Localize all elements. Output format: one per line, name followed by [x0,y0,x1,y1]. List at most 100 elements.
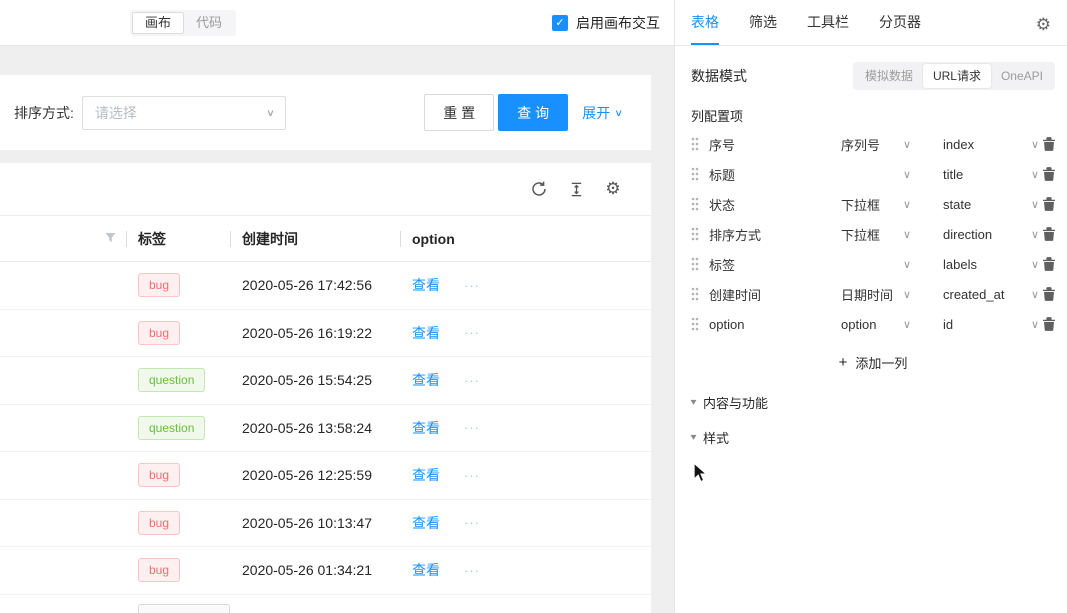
more-actions-icon[interactable]: ··· [464,515,480,530]
column-name[interactable]: 序号 [709,135,841,154]
delete-column-trash-icon[interactable] [1043,227,1055,241]
view-link[interactable]: 查看 [412,465,440,485]
column-name[interactable]: option [709,317,841,332]
inspector-settings-gear-icon[interactable]: ⚙ [1036,15,1051,45]
created-time-cell: 2020-05-26 16:19:22 [242,324,372,341]
column-type-select[interactable]: 日期时间 [841,285,903,304]
column-field-select[interactable]: id [943,317,1031,332]
column-type-select[interactable]: 下拉框 [841,225,903,244]
tag-cell: bug [126,510,230,535]
expand-link[interactable]: 展开 ∨ [582,103,623,123]
view-link[interactable]: 查看 [412,323,440,343]
section-title: 内容与功能 [703,396,769,411]
drag-handle-icon[interactable] [691,257,709,271]
more-actions-icon[interactable]: ··· [464,278,480,293]
column-name[interactable]: 标题 [709,165,841,184]
chevron-down-icon[interactable]: ∨ [903,168,943,181]
chevron-down-icon[interactable]: ∨ [1031,288,1043,301]
view-link[interactable]: 查看 [412,560,440,580]
more-actions-icon[interactable]: ··· [464,468,480,483]
tag-cell: question [126,415,230,440]
canvas-interaction-label: 启用画布交互 [576,14,660,31]
drag-handle-icon[interactable] [691,167,709,181]
column-type-select[interactable]: option [841,317,903,332]
chevron-down-icon[interactable]: ∨ [1031,258,1043,271]
delete-column-trash-icon[interactable] [1043,317,1055,331]
drag-handle-icon[interactable] [691,317,709,331]
tab-table[interactable]: 表格 [691,13,719,45]
column-field-select[interactable]: index [943,137,1031,152]
expand-link-label: 展开 [582,104,611,121]
data-mode-url[interactable]: URL请求 [922,64,991,88]
column-name[interactable]: 排序方式 [709,225,841,244]
filter-funnel-icon[interactable] [104,231,117,247]
canvas-mode-button[interactable]: 画布 [132,11,185,34]
chevron-down-icon[interactable]: ∨ [903,258,943,271]
drag-handle-icon[interactable] [691,227,709,241]
column-type-select[interactable]: 序列号 [841,135,903,154]
chevron-down-icon[interactable]: ∨ [1031,168,1043,181]
drag-handle-icon[interactable] [691,137,709,151]
data-mode-oneapi[interactable]: OneAPI [991,64,1053,88]
tag-badge: bug [138,273,181,298]
chevron-down-icon[interactable]: ∨ [1031,198,1043,211]
column-config-row: 创建时间 日期时间 ∨ created_at ∨ [691,279,1055,309]
code-mode-button[interactable]: 代码 [184,12,234,34]
tab-filter[interactable]: 筛选 [749,13,777,45]
drag-handle-icon[interactable] [691,287,709,301]
chevron-down-icon[interactable]: ∨ [903,198,943,211]
view-link[interactable]: 查看 [412,275,440,295]
chevron-down-icon[interactable]: ∨ [1031,318,1043,331]
column-header-created[interactable]: 创建时间 [230,216,400,261]
column-name[interactable]: 状态 [709,195,841,214]
chevron-down-icon[interactable]: ∨ [903,228,943,241]
tab-pagination[interactable]: 分页器 [879,13,921,45]
data-mode-mock[interactable]: 模拟数据 [855,64,923,88]
sort-select[interactable]: 请选择 ∨ [81,95,286,130]
more-actions-icon[interactable]: ··· [464,420,480,435]
option-cell: 查看 ··· [400,560,651,580]
editor-topbar: 画布 代码 ✓ 启用画布交互 [0,0,674,46]
section-content-function[interactable]: ▾ 内容与功能 [690,393,1055,412]
canvas-interaction-checkbox[interactable]: ✓ [552,14,568,31]
chevron-down-icon[interactable]: ∨ [903,138,943,151]
delete-column-trash-icon[interactable] [1043,287,1055,301]
more-actions-icon[interactable]: ··· [464,373,480,388]
delete-column-trash-icon[interactable] [1043,167,1055,181]
column-header-option[interactable]: option [400,216,651,261]
columns-config-label: 列配置项 [691,109,744,124]
column-field-select[interactable]: direction [943,227,1031,242]
table-row [0,595,651,613]
row-height-icon[interactable] [566,179,586,199]
view-link[interactable]: 查看 [412,370,440,390]
view-link[interactable]: 查看 [412,418,440,438]
delete-column-trash-icon[interactable] [1043,137,1055,151]
reset-button[interactable]: 重 置 [424,94,495,131]
delete-column-trash-icon[interactable] [1043,257,1055,271]
created-time-cell: 2020-05-26 15:54:25 [242,372,372,389]
delete-column-trash-icon[interactable] [1043,197,1055,211]
refresh-icon[interactable] [529,179,549,199]
table-settings-gear-icon[interactable]: ⚙ [603,179,623,199]
column-name[interactable]: 创建时间 [709,285,841,304]
tag-badge: question [138,368,206,393]
query-button[interactable]: 查 询 [498,94,569,131]
column-field-select[interactable]: title [943,167,1031,182]
more-actions-icon[interactable]: ··· [464,325,480,340]
chevron-down-icon[interactable]: ∨ [1031,228,1043,241]
column-name[interactable]: 标签 [709,255,841,274]
section-style[interactable]: ▾ 样式 [690,428,1055,447]
chevron-down-icon[interactable]: ∨ [1031,138,1043,151]
column-header-tag[interactable]: 标签 [126,216,230,261]
column-field-select[interactable]: labels [943,257,1031,272]
tab-toolbar[interactable]: 工具栏 [807,13,849,45]
more-actions-icon[interactable]: ··· [464,563,480,578]
view-link[interactable]: 查看 [412,513,440,533]
chevron-down-icon[interactable]: ∨ [903,288,943,301]
add-column-button[interactable]: + 添加一列 [691,347,1055,377]
column-field-select[interactable]: created_at [943,287,1031,302]
column-type-select[interactable]: 下拉框 [841,195,903,214]
chevron-down-icon[interactable]: ∨ [903,318,943,331]
drag-handle-icon[interactable] [691,197,709,211]
column-field-select[interactable]: state [943,197,1031,212]
